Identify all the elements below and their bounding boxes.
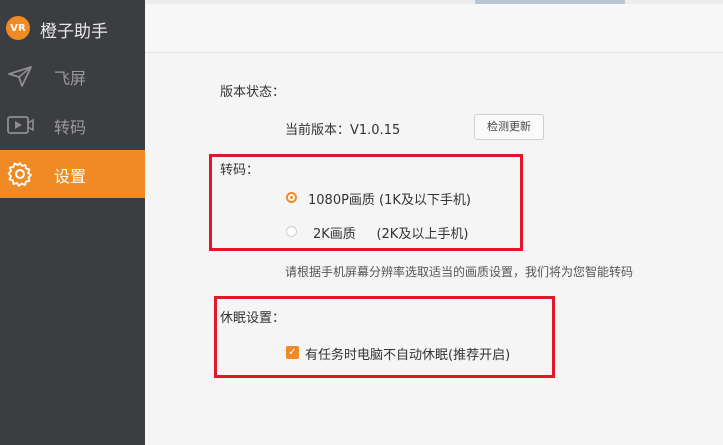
- window-title-strip: [145, 0, 723, 4]
- gear-icon: [7, 162, 32, 187]
- video-icon: [7, 116, 34, 134]
- sidebar-item-label: 设置: [54, 167, 87, 186]
- transcode-hint-text: 请根据手机屏幕分辨率选取适当的画质设置，我们将为您智能转码: [285, 265, 634, 279]
- sidebar-item-zhuanma[interactable]: 转码: [0, 101, 145, 149]
- sleep-settings-heading: 休眠设置：: [220, 311, 286, 326]
- radio-2k[interactable]: [286, 226, 297, 237]
- version-status-heading: 版本状态：: [220, 85, 286, 100]
- sleep-checkbox[interactable]: ✓: [286, 346, 299, 359]
- current-version-text: 当前版本：V1.0.15: [285, 123, 401, 138]
- tooltip-remnant: [475, 0, 625, 4]
- check-update-button[interactable]: 检测更新: [474, 114, 544, 140]
- transcode-heading: 转码：: [220, 163, 260, 178]
- settings-panel: 版本状态： 当前版本：V1.0.15 检测更新 转码： 1080P画质 (1K及…: [145, 53, 723, 445]
- radio-1080p[interactable]: [286, 192, 297, 203]
- sidebar-item-label: 转码: [54, 118, 87, 137]
- app-logo-icon: VR: [6, 16, 30, 40]
- sidebar: VR 橙子助手 飞屏 转码 设置: [0, 0, 145, 445]
- app-brand: VR 橙子助手: [0, 0, 145, 52]
- option-2k-label[interactable]: 2K画质 (2K及以上手机): [313, 223, 468, 242]
- sidebar-item-label: 飞屏: [54, 69, 87, 88]
- sleep-option-label[interactable]: 有任务时电脑不自动休眠(推荐开启): [305, 344, 510, 363]
- app-name: 橙子助手: [40, 22, 108, 42]
- sidebar-item-feiping[interactable]: 飞屏: [0, 52, 145, 100]
- top-bar: [145, 0, 723, 53]
- option-1080p-label[interactable]: 1080P画质 (1K及以下手机): [308, 189, 471, 208]
- paper-plane-icon: [8, 66, 32, 87]
- sidebar-item-settings[interactable]: 设置: [0, 150, 145, 198]
